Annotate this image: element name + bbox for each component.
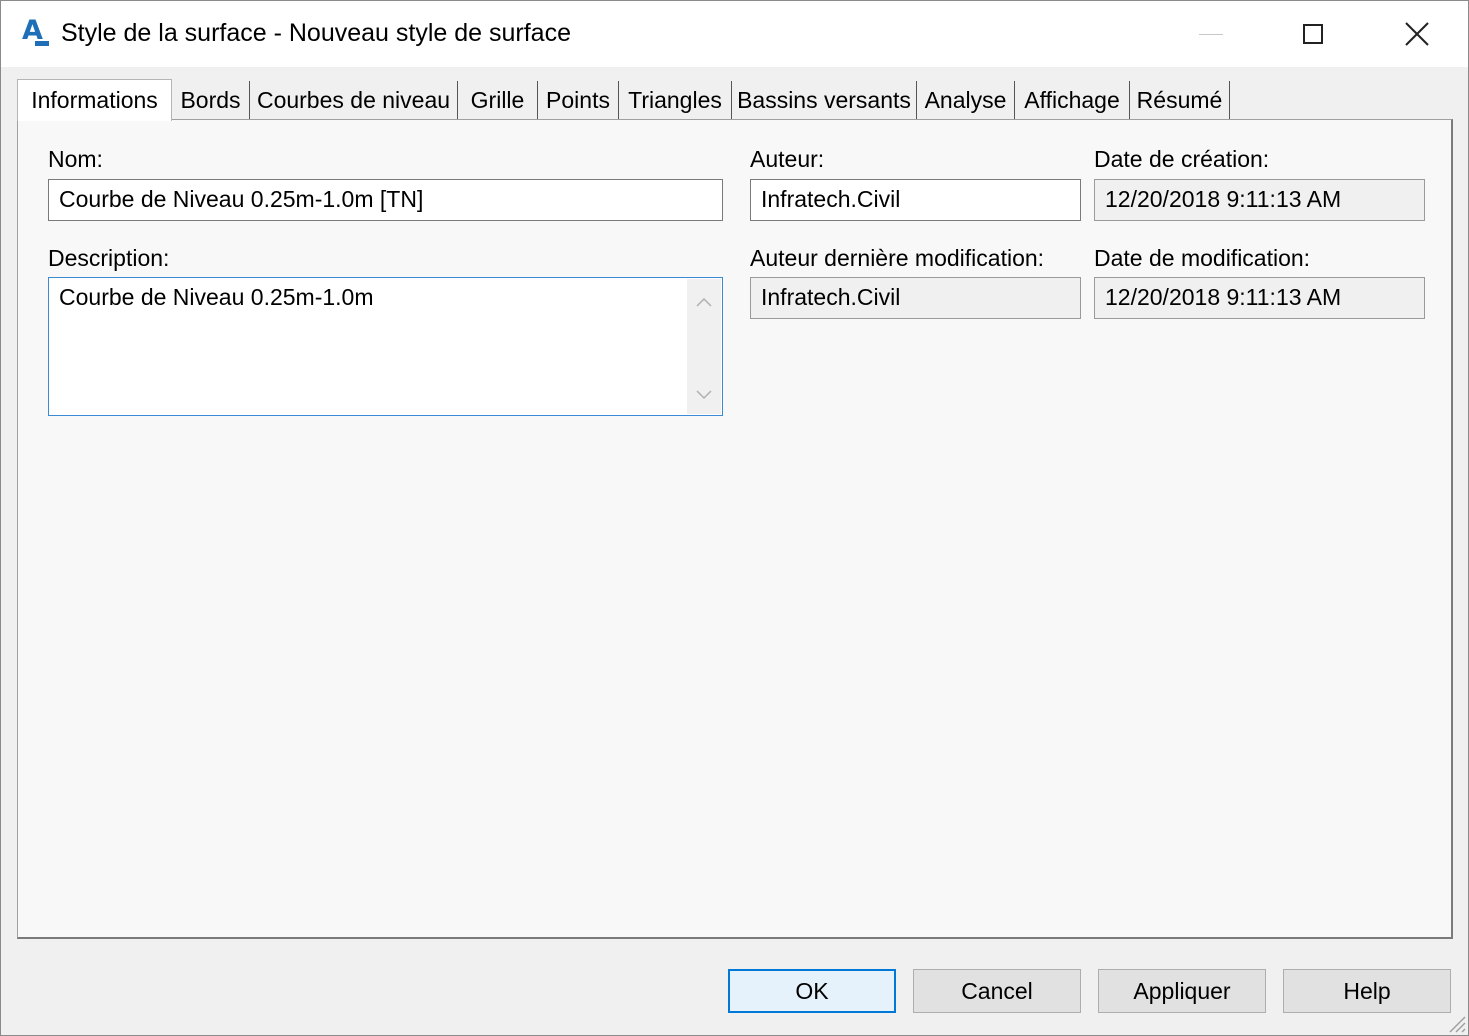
last-author-label: Auteur dernière modification: (750, 245, 1045, 271)
autocad-civil-app-icon: A (22, 15, 49, 46)
close-button[interactable] (1367, 1, 1467, 67)
tab-points[interactable]: Points (538, 81, 619, 119)
tab-triangles[interactable]: Triangles (619, 81, 732, 119)
scroll-up-icon[interactable] (696, 295, 712, 311)
description-label: Description: (48, 245, 170, 271)
tab-strip: Informations Bords Courbes de niveau Gri… (17, 79, 1457, 121)
name-input[interactable]: Courbe de Niveau 0.25m-1.0m [TN] (48, 179, 723, 221)
modification-date-field: 12/20/2018 9:11:13 AM (1094, 277, 1425, 319)
minimize-icon (1199, 33, 1223, 35)
author-label: Auteur: (750, 146, 825, 172)
ok-button[interactable]: OK (728, 969, 896, 1013)
minimize-button[interactable] (1161, 1, 1261, 67)
tab-grille[interactable]: Grille (458, 81, 538, 119)
description-scrollbar[interactable] (687, 279, 721, 414)
creation-date-field: 12/20/2018 9:11:13 AM (1094, 179, 1425, 221)
tab-panel-informations: Nom: Courbe de Niveau 0.25m-1.0m [TN] De… (17, 119, 1453, 939)
window-title: Style de la surface - Nouveau style de s… (61, 19, 571, 47)
description-textarea[interactable]: Courbe de Niveau 0.25m-1.0m (48, 277, 723, 416)
creation-date-label: Date de création: (1094, 146, 1270, 172)
tab-resume[interactable]: Résumé (1130, 81, 1230, 119)
title-bar: A Style de la surface - Nouveau style de… (1, 1, 1468, 67)
author-input[interactable]: Infratech.Civil (750, 179, 1081, 221)
close-icon (1405, 22, 1429, 46)
tab-bords[interactable]: Bords (172, 81, 250, 119)
cancel-button[interactable]: Cancel (913, 969, 1081, 1013)
tab-bassins-versants[interactable]: Bassins versants (732, 81, 917, 119)
dialog-window: A Style de la surface - Nouveau style de… (0, 0, 1469, 1036)
last-author-field: Infratech.Civil (750, 277, 1081, 319)
help-button[interactable]: Help (1283, 969, 1451, 1013)
tab-courbes-de-niveau[interactable]: Courbes de niveau (250, 81, 458, 119)
tab-analyse[interactable]: Analyse (917, 81, 1015, 119)
maximize-icon (1303, 24, 1323, 44)
modification-date-label: Date de modification: (1094, 245, 1311, 271)
description-text: Courbe de Niveau 0.25m-1.0m (59, 284, 374, 310)
apply-button[interactable]: Appliquer (1098, 969, 1266, 1013)
maximize-button[interactable] (1263, 1, 1363, 67)
tab-informations[interactable]: Informations (17, 79, 172, 121)
name-label: Nom: (48, 146, 103, 172)
scroll-down-icon[interactable] (696, 386, 712, 402)
tab-affichage[interactable]: Affichage (1015, 81, 1130, 119)
resize-grip-icon[interactable] (1444, 1011, 1466, 1033)
